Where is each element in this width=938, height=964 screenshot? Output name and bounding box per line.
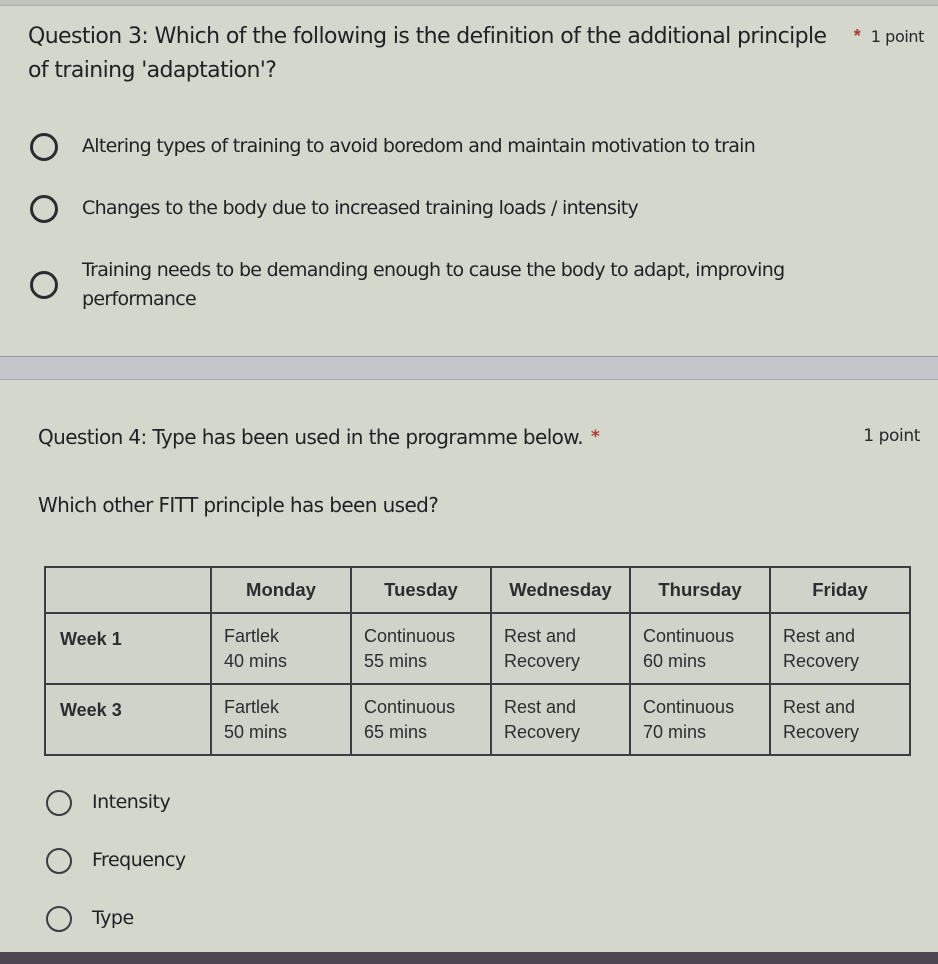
cell-line-1: Continuous <box>643 626 735 646</box>
question-4-title-text: Question 4: Type has been used in the pr… <box>38 425 584 449</box>
cell-line-1: Fartlek <box>224 697 280 717</box>
table-cell: Rest and Recovery <box>769 612 911 685</box>
radio-button-icon[interactable] <box>46 789 72 816</box>
cell-line-1: Fartlek <box>224 626 280 646</box>
q3-option-demanding-enough[interactable]: Training needs to be demanding enough to… <box>30 256 860 314</box>
cell-line-2: 40 mins <box>224 651 288 671</box>
header-monday: Monday <box>210 566 352 614</box>
cell-line-2: 55 mins <box>364 651 428 671</box>
table-cell: Continuous 55 mins <box>350 612 492 685</box>
header-empty <box>44 566 212 614</box>
option-label: Training needs to be demanding enough to… <box>82 259 785 310</box>
cell-line-2: 65 mins <box>364 722 428 742</box>
table-cell: Rest and Recovery <box>490 683 631 756</box>
question-4-points: 1 point <box>863 426 920 446</box>
cell-line-1: Rest and <box>783 626 856 646</box>
form-page: Question 3: Which of the following is th… <box>0 0 938 964</box>
radio-button-icon[interactable] <box>30 194 58 223</box>
cell-line-1: Continuous <box>364 697 456 717</box>
cell-line-2: 50 mins <box>224 722 288 742</box>
cell-line-2: 60 mins <box>643 651 707 671</box>
radio-button-icon[interactable] <box>30 132 58 161</box>
required-asterisk-icon: * <box>853 26 861 46</box>
question-3-card: Question 3: Which of the following is th… <box>0 6 938 356</box>
q3-option-altering-types[interactable]: Altering types of training to avoid bore… <box>30 132 756 161</box>
cell-line-2: 70 mins <box>643 722 707 742</box>
table-cell: Continuous 70 mins <box>629 683 771 756</box>
cell-line-2: Recovery <box>783 651 860 671</box>
table-row: Week 1 Fartlek 40 mins Continuous 55 mins … <box>44 612 911 685</box>
option-label: Type <box>92 907 134 929</box>
q3-option-changes-to-body[interactable]: Changes to the body due to increased tra… <box>30 194 639 223</box>
header-thursday: Thursday <box>629 566 771 614</box>
cell-line-2: Recovery <box>504 722 581 742</box>
required-asterisk-icon: * <box>590 427 600 447</box>
cell-line-1: Rest and <box>504 697 577 717</box>
header-friday: Friday <box>769 566 911 614</box>
question-3-meta: * 1 point <box>853 26 925 47</box>
question-3-points: 1 point <box>870 27 925 46</box>
cell-line-1: Continuous <box>643 697 735 717</box>
option-label: Changes to the body due to increased tra… <box>82 197 639 219</box>
question-4-title: Question 4: Type has been used in the pr… <box>38 422 600 452</box>
bottom-bar <box>0 952 938 964</box>
table-cell: Rest and Recovery <box>769 683 911 756</box>
option-label: Frequency <box>92 849 186 871</box>
radio-button-icon[interactable] <box>46 905 72 932</box>
section-divider <box>0 356 938 380</box>
cell-line-2: Recovery <box>504 651 581 671</box>
cell-line-1: Continuous <box>364 626 456 646</box>
radio-button-icon[interactable] <box>30 271 58 299</box>
question-3-title: Question 3: Which of the following is th… <box>28 24 827 83</box>
cell-line-1: Rest and <box>504 626 577 646</box>
row-label-week-3: Week 3 <box>44 683 212 756</box>
header-wednesday: Wednesday <box>490 566 631 614</box>
option-label: Altering types of training to avoid bore… <box>82 135 756 157</box>
table-cell: Fartlek 50 mins <box>210 683 352 756</box>
table-cell: Continuous 65 mins <box>350 683 492 756</box>
radio-button-icon[interactable] <box>46 847 72 874</box>
q4-option-frequency[interactable]: Frequency <box>46 846 186 875</box>
table-header-row: Monday Tuesday Wednesday Thursday Friday <box>44 566 911 614</box>
header-tuesday: Tuesday <box>350 566 492 614</box>
cell-line-2: Recovery <box>783 722 860 742</box>
table-cell: Fartlek 40 mins <box>210 612 352 685</box>
q4-option-intensity[interactable]: Intensity <box>46 788 171 817</box>
table-row: Week 3 Fartlek 50 mins Continuous 65 mins … <box>44 683 911 756</box>
row-label-week-1: Week 1 <box>44 612 212 685</box>
option-label: Intensity <box>92 791 171 813</box>
question-4-subtitle: Which other FITT principle has been used… <box>38 493 439 517</box>
table-cell: Rest and Recovery <box>490 612 631 685</box>
table-cell: Continuous 60 mins <box>629 612 771 685</box>
q4-option-type[interactable]: Type <box>46 904 134 933</box>
question-4-card: Question 4: Type has been used in the pr… <box>0 380 938 952</box>
training-programme-table: Monday Tuesday Wednesday Thursday Friday… <box>44 566 911 756</box>
cell-line-1: Rest and <box>783 697 856 717</box>
